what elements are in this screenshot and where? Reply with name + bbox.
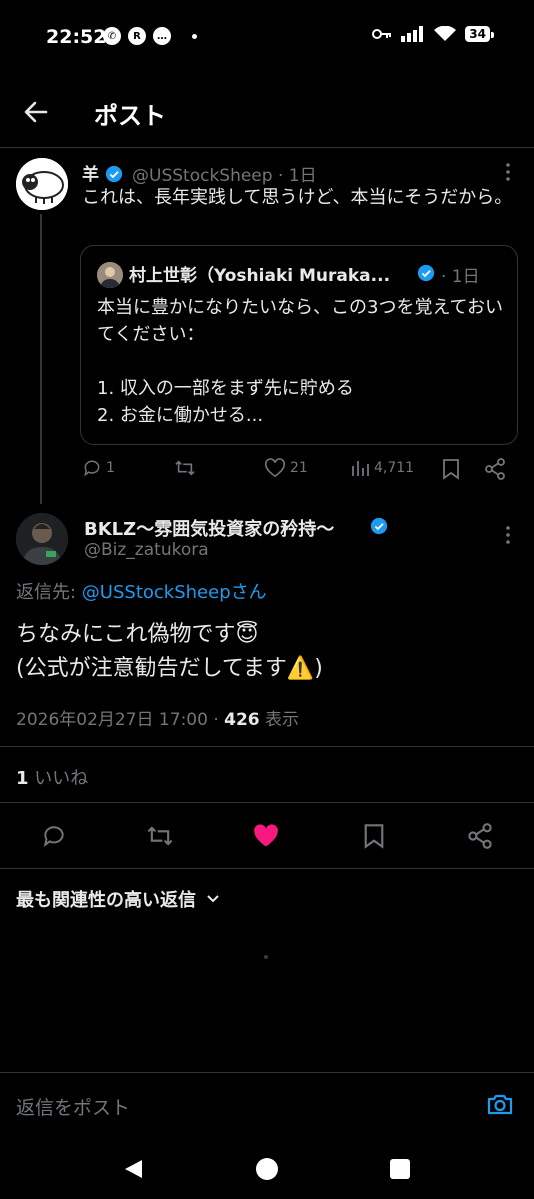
- bookmark-icon: [443, 459, 459, 480]
- repost-button[interactable]: [174, 458, 200, 478]
- focused-post-actions: [0, 818, 534, 854]
- divider: [0, 802, 534, 803]
- author-name[interactable]: BKLZ〜雰囲気投資家の矜持〜: [84, 515, 334, 541]
- like-button-active[interactable]: [248, 818, 284, 854]
- key-icon: [372, 29, 392, 39]
- view-count: 426: [224, 710, 260, 730]
- more-vertical-icon: [506, 526, 510, 544]
- share-icon: [468, 823, 492, 849]
- status-time: 22:52: [46, 26, 107, 48]
- nav-recents-button[interactable]: [389, 1158, 411, 1180]
- status-bar: 22:52 ✆ R … 34: [0, 0, 534, 78]
- verified-badge-icon: [370, 517, 388, 535]
- sheep-avatar-image: [16, 158, 68, 210]
- quoted-post[interactable]: 村上世彰（Yoshiaki Muraka... · 1日 本当に豊かになりたいな…: [80, 245, 518, 445]
- more-vertical-icon: [506, 163, 510, 181]
- sort-label: 最も関連性の高い返信: [16, 890, 196, 911]
- reply-button[interactable]: [36, 818, 72, 854]
- more-options-button[interactable]: [500, 162, 516, 186]
- more-notifications-icon: [192, 33, 197, 39]
- battery-indicator: 34: [465, 26, 494, 42]
- reply-composer[interactable]: 返信をポスト: [0, 1072, 534, 1138]
- thread-line: [40, 214, 42, 504]
- bookmark-icon: [364, 824, 384, 849]
- system-navigation-bar: [0, 1138, 534, 1199]
- author-handle-time[interactable]: @USStockSheep · 1日: [132, 161, 317, 186]
- post-text: これは、長年実践して思うけど、本当にそうだから。: [82, 187, 513, 208]
- reply-count: 1: [106, 460, 115, 476]
- quote-time: · 1日: [441, 267, 480, 287]
- likes-summary[interactable]: 1 いいね: [16, 764, 88, 790]
- quote-author-name: 村上世彰（Yoshiaki Muraka...: [129, 266, 391, 286]
- likes-count: 1: [16, 768, 29, 789]
- like-count: 21: [290, 460, 308, 476]
- divider: [0, 746, 534, 747]
- whatsapp-icon: ✆: [103, 27, 121, 45]
- bookmark-button[interactable]: [356, 818, 392, 854]
- post-datetime[interactable]: 2026年02月27日 17:00 ·: [16, 710, 224, 730]
- author-handle[interactable]: @Biz_zatukora: [84, 540, 209, 560]
- reply-to-line: 返信先: @USStockSheepさん: [16, 578, 267, 604]
- share-button[interactable]: [462, 818, 498, 854]
- person-avatar-image: [97, 262, 123, 288]
- share-button[interactable]: [484, 458, 506, 480]
- chat-icon: …: [153, 27, 171, 45]
- repost-button[interactable]: [142, 818, 178, 854]
- back-button[interactable]: [18, 94, 54, 130]
- page-title: ポスト: [94, 102, 166, 130]
- reply-input-placeholder[interactable]: 返信をポスト: [16, 1093, 130, 1120]
- repost-icon: [175, 460, 195, 476]
- nav-home-button[interactable]: [255, 1157, 279, 1181]
- person-avatar-image: [16, 513, 68, 565]
- arrow-left-icon: [24, 101, 48, 123]
- more-options-button[interactable]: [500, 525, 516, 549]
- post-meta: 2026年02月27日 17:00 · 426 表示: [16, 705, 299, 730]
- views-count: 4,711: [374, 460, 415, 476]
- reply-to-label: 返信先:: [16, 582, 82, 603]
- reply-sort-dropdown[interactable]: 最も関連性の高い返信: [16, 886, 220, 912]
- views-chart-icon: [352, 461, 369, 476]
- signal-icon: [401, 26, 424, 42]
- camera-icon: [487, 1094, 513, 1115]
- verified-badge-icon: [105, 165, 123, 183]
- reply-to-link[interactable]: @USStockSheepさん: [82, 582, 267, 603]
- heart-icon: [264, 458, 286, 478]
- camera-button[interactable]: [486, 1091, 514, 1121]
- avatar[interactable]: [16, 513, 68, 565]
- quote-avatar: [97, 262, 123, 288]
- chevron-down-icon: [207, 895, 219, 903]
- reply-button[interactable]: 1: [82, 458, 115, 478]
- repost-icon: [147, 826, 173, 846]
- post-actions: 1 21 4,711: [82, 458, 522, 484]
- bookmark-button[interactable]: [442, 458, 460, 480]
- quote-text: 本当に豊かになりたいなら、この3つを覚えておいてください： 1. 収入の一部をま…: [97, 297, 504, 426]
- verified-badge-icon: [417, 264, 435, 282]
- loading-indicator: [264, 955, 268, 959]
- nav-back-button[interactable]: [122, 1158, 144, 1180]
- likes-label: いいね: [28, 768, 89, 789]
- view-label: 表示: [259, 710, 300, 730]
- notification-icons: ✆ R …: [103, 27, 197, 45]
- system-icons: 34: [372, 26, 494, 42]
- avatar[interactable]: [16, 158, 68, 210]
- app-notification-icon: R: [128, 27, 146, 45]
- heart-filled-icon: [254, 824, 278, 847]
- reply-icon: [84, 460, 100, 477]
- top-app-bar: ポスト: [0, 78, 534, 148]
- wifi-icon: [434, 26, 457, 41]
- like-button[interactable]: 21: [264, 458, 308, 478]
- views-button[interactable]: 4,711: [350, 458, 414, 478]
- post-text: ちなみにこれ偽物です😇 (公式が注意勧告だしてます⚠️): [16, 622, 323, 681]
- reply-icon: [43, 826, 64, 847]
- divider: [0, 868, 534, 869]
- author-name[interactable]: 羊: [82, 160, 123, 185]
- share-icon: [485, 458, 505, 480]
